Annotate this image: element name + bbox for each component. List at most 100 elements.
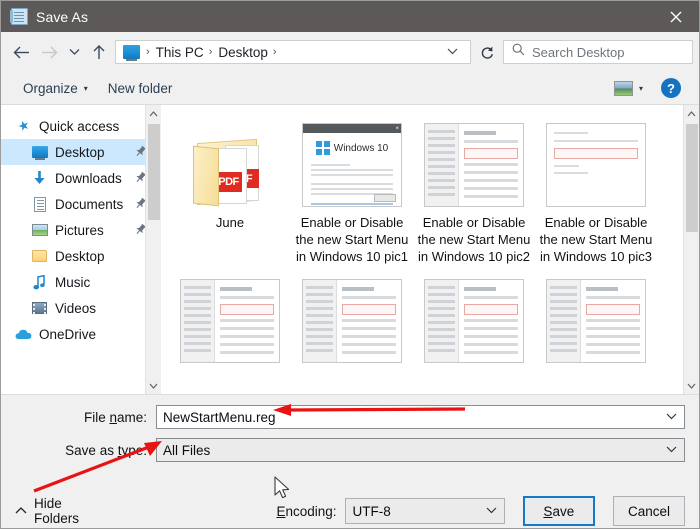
folder-icon: [31, 248, 48, 264]
general-settings-thumbnail: [546, 123, 646, 207]
file-item[interactable]: Enable or Disable the new Start Menu in …: [413, 115, 535, 271]
file-thumbnail: [419, 275, 529, 363]
hide-folders-label: Hide Folders: [34, 496, 80, 526]
file-item[interactable]: [413, 271, 535, 369]
files-scroll-down-icon[interactable]: [684, 377, 699, 394]
mouse-cursor: [274, 476, 290, 499]
file-name-label-post: ame:: [116, 409, 147, 425]
file-list-pane[interactable]: F PDF June × Windows 10 Enable or Disable the…: [161, 105, 699, 394]
files-scrollbar[interactable]: [683, 105, 699, 394]
save-accelerator: S: [543, 503, 553, 519]
up-icon[interactable]: [85, 37, 113, 67]
recent-locations-icon[interactable]: [63, 37, 85, 67]
view-options-icon[interactable]: [613, 80, 633, 96]
cancel-button[interactable]: Cancel: [613, 496, 686, 526]
sidebar-item-label: Desktop: [55, 248, 105, 264]
encoding-value: UTF-8: [352, 503, 391, 519]
file-name-label: File name:: [1, 410, 156, 425]
command-toolbar: Organize ▾ New folder ▾ ?: [1, 72, 699, 105]
cancel-label: Cancel: [628, 503, 671, 519]
sidebar-item-label: Quick access: [39, 118, 120, 134]
settings-window-thumbnail: [424, 123, 524, 207]
sidebar-item-documents[interactable]: Documents: [1, 191, 161, 217]
save-as-type-select[interactable]: All Files: [156, 438, 685, 462]
file-name-input[interactable]: NewStartMenu.reg: [156, 405, 685, 429]
save-as-dialog: Save As › This PC › Desktop › Search Des…: [0, 0, 700, 529]
settings-window-thumbnail: [546, 279, 646, 363]
encoding-accelerator: E: [276, 503, 286, 519]
desktop-icon: [123, 45, 140, 61]
scroll-down-icon[interactable]: [146, 377, 161, 394]
sidebar-item-onedrive[interactable]: OneDrive: [1, 321, 161, 347]
file-item[interactable]: [535, 271, 657, 369]
sidebar-item-label: OneDrive: [39, 326, 97, 342]
sidebar-item-label: Downloads: [55, 170, 122, 186]
file-name-label-item: Enable or Disable the new Start Menu in …: [295, 215, 409, 264]
save-type-chevron-down-icon[interactable]: [666, 444, 677, 456]
navigation-pane: ★ Quick access Desktop Downloads Documents Pi…: [1, 105, 161, 394]
save-form: File name: NewStartMenu.reg Save as type…: [1, 395, 699, 528]
address-bar[interactable]: › This PC › Desktop ›: [115, 40, 471, 64]
file-name-label-item: June: [215, 215, 245, 230]
breadcrumb-separator-2: ›: [272, 46, 277, 58]
window-title: Save As: [36, 8, 89, 25]
music-icon: [31, 274, 48, 290]
sidebar-item-desktop[interactable]: Desktop: [1, 243, 161, 269]
chevron-down-icon: ▾: [83, 83, 88, 93]
breadcrumb-this-pc[interactable]: This PC: [153, 45, 207, 60]
search-placeholder: Search Desktop: [532, 44, 625, 60]
file-item[interactable]: Enable or Disable the new Start Menu in …: [535, 115, 657, 271]
save-as-type-row: Save as type: All Files: [1, 438, 685, 462]
scroll-up-icon[interactable]: [146, 105, 161, 122]
files-scroll-up-icon[interactable]: [684, 105, 699, 122]
sidebar-item-label: Documents: [55, 196, 124, 212]
save-button[interactable]: Save: [522, 496, 596, 526]
sidebar-item-videos[interactable]: Videos: [1, 295, 161, 321]
file-item[interactable]: F PDF June: [169, 115, 291, 271]
encoding-label-post: ncoding:: [285, 503, 337, 519]
organize-button[interactable]: Organize ▾: [13, 81, 98, 96]
breadcrumb-desktop[interactable]: Desktop: [215, 45, 271, 60]
file-thumbnail: [541, 275, 651, 363]
save-label-post: ave: [552, 503, 575, 519]
file-thumbnail: [419, 119, 529, 207]
refresh-icon[interactable]: [474, 39, 500, 65]
search-input[interactable]: Search Desktop: [503, 40, 693, 64]
file-item[interactable]: × Windows 10 Enable or Disable the new Sta…: [291, 115, 413, 271]
hide-folders-button[interactable]: Hide Folders: [15, 496, 80, 526]
close-icon[interactable]: [653, 1, 699, 32]
sidebar-item-label: Music: [55, 274, 91, 290]
new-folder-label: New folder: [107, 80, 173, 96]
encoding-select[interactable]: UTF-8: [344, 498, 505, 524]
file-thumbnail: [175, 275, 285, 363]
back-icon[interactable]: [7, 37, 35, 67]
star-icon: ★: [15, 116, 32, 135]
file-name-chevron-down-icon[interactable]: [666, 411, 677, 423]
file-name-accelerator: n: [109, 409, 117, 425]
view-chevron-down-icon[interactable]: ▾: [639, 84, 643, 93]
forward-icon: [35, 37, 63, 67]
sidebar-item-pictures[interactable]: Pictures: [1, 217, 161, 243]
sidebar-scrollbar[interactable]: [145, 105, 161, 394]
sidebar-item-label: Videos: [55, 300, 97, 316]
pictures-icon: [31, 222, 48, 238]
sidebar-scroll-thumb[interactable]: [148, 124, 160, 220]
breadcrumb-separator-0: ›: [146, 46, 150, 58]
file-name-label-pre: File: [83, 409, 110, 425]
address-dropdown-icon[interactable]: [447, 46, 466, 58]
sidebar-item-desktop[interactable]: Desktop: [1, 139, 161, 165]
help-icon[interactable]: ?: [661, 78, 681, 98]
sidebar-item-music[interactable]: Music: [1, 269, 161, 295]
encoding-chevron-down-icon[interactable]: [486, 505, 497, 517]
sidebar-item-downloads[interactable]: Downloads: [1, 165, 161, 191]
file-item[interactable]: [169, 271, 291, 369]
new-folder-button[interactable]: New folder: [98, 81, 183, 96]
save-type-label-pre: Save as: [65, 442, 118, 458]
videos-icon: [31, 300, 48, 316]
sidebar-item-label: Desktop: [55, 144, 105, 160]
file-thumbnail: [541, 119, 651, 207]
file-item[interactable]: [291, 271, 413, 369]
file-name-label-item: Enable or Disable the new Start Menu in …: [539, 215, 653, 264]
files-scroll-thumb[interactable]: [686, 124, 698, 232]
sidebar-item-quick-access[interactable]: ★ Quick access: [1, 113, 161, 139]
